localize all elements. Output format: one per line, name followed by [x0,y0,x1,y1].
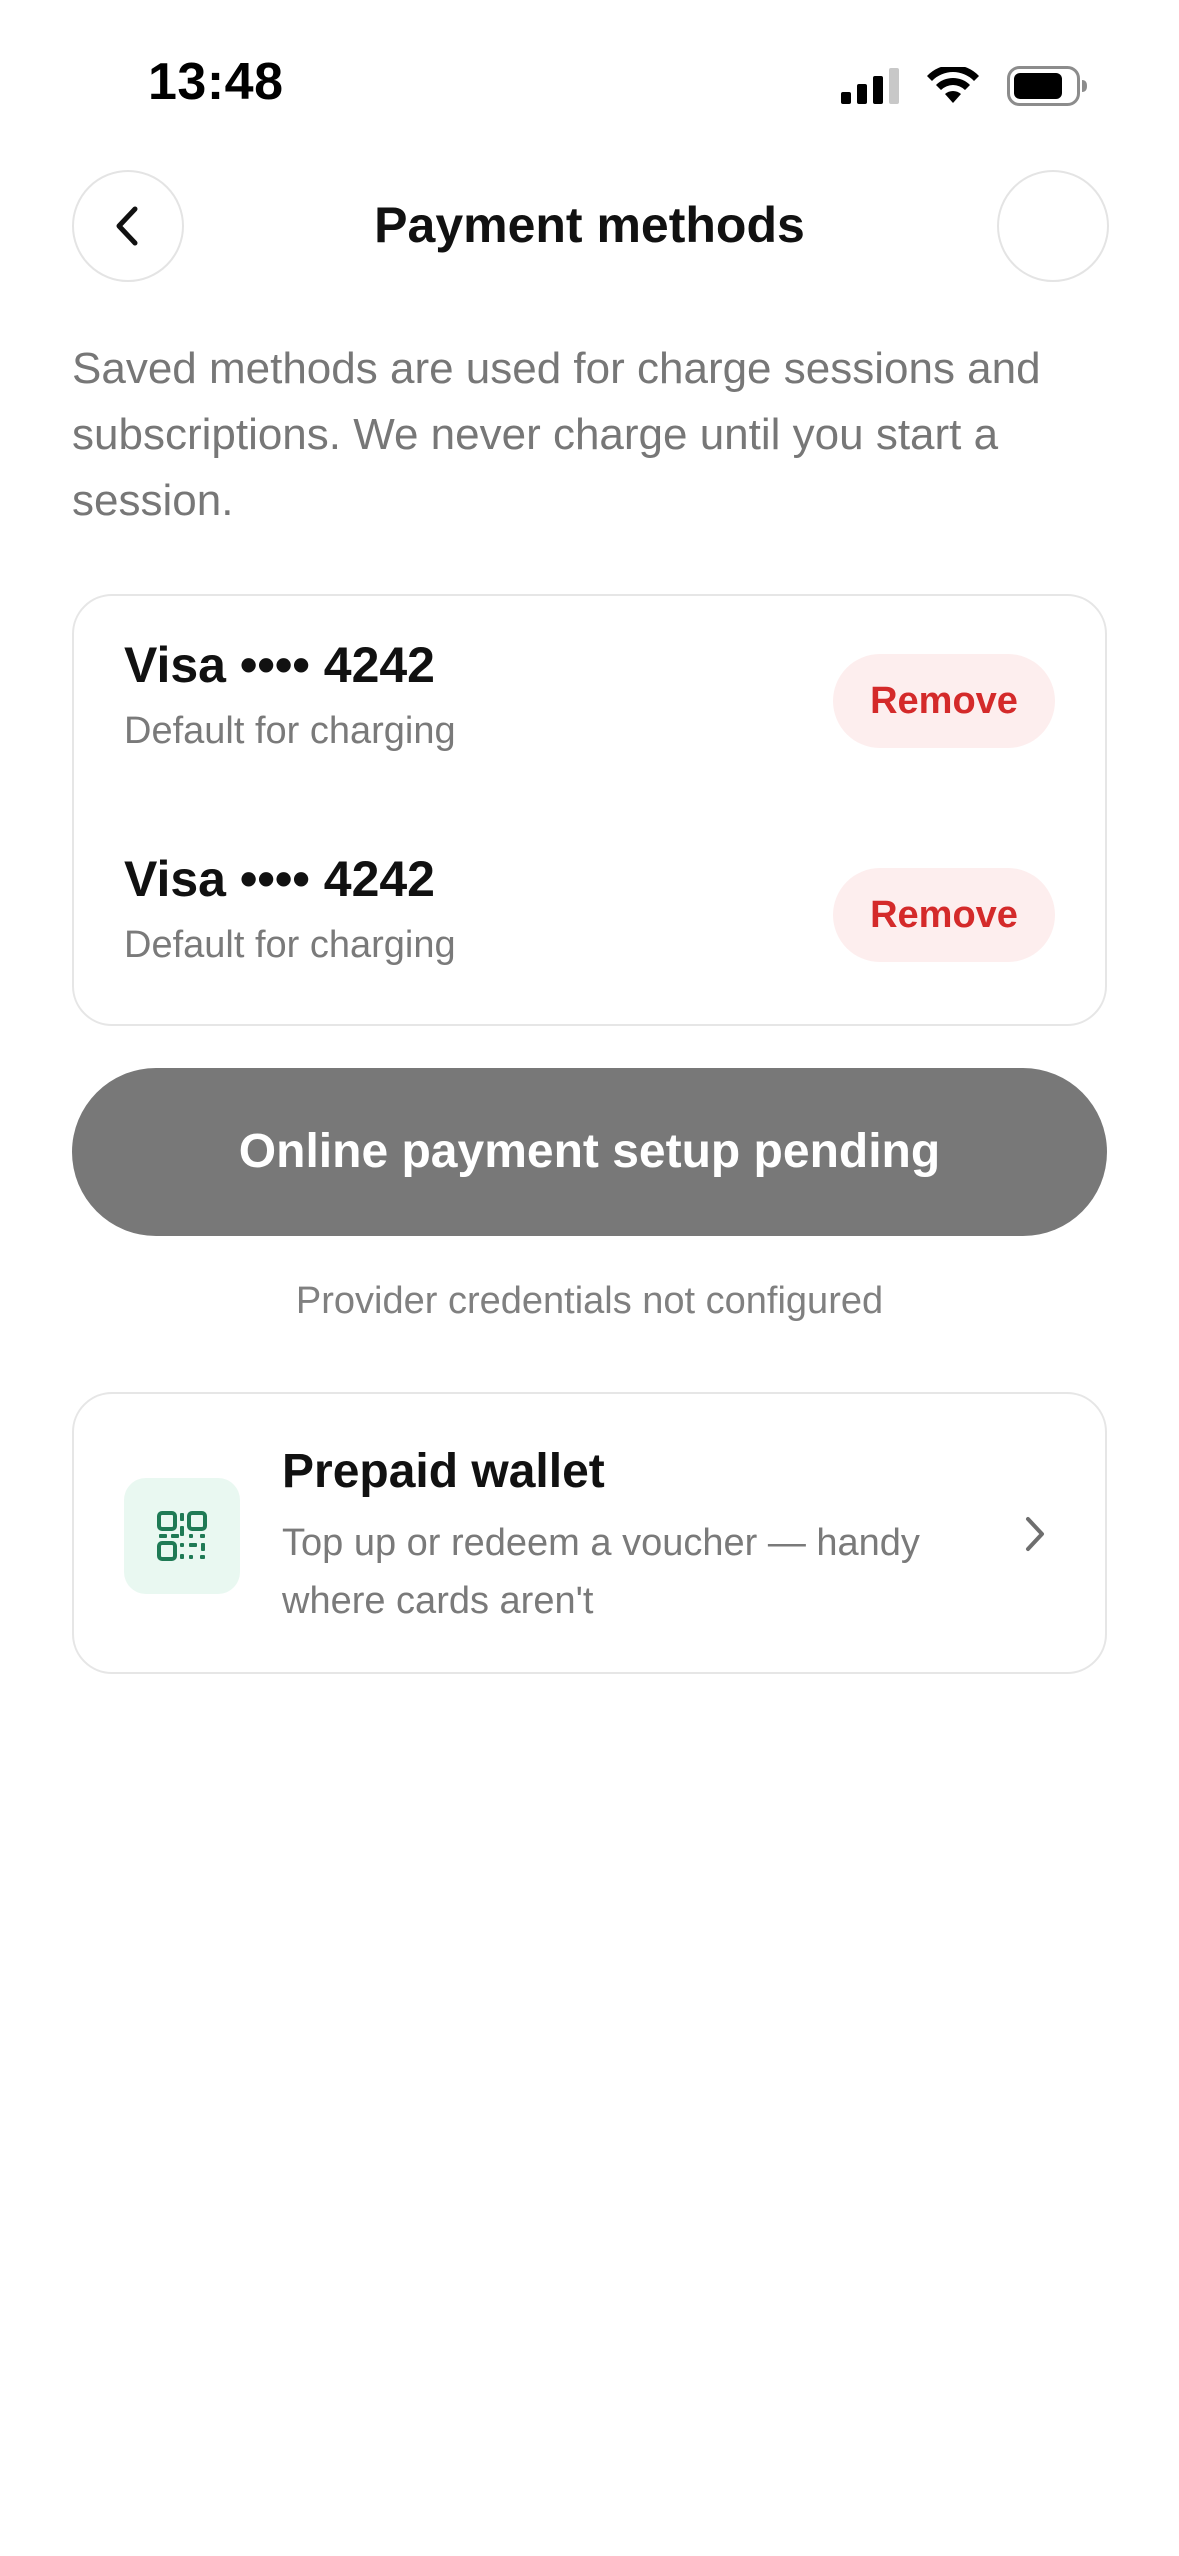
payment-methods-screen: 13:48 Payment methods Saved methods are … [0,0,1179,2556]
wallet-title: Prepaid wallet [282,1445,605,1498]
status-icons [841,66,1087,106]
card-name: Visa •••• 4242 [124,637,435,693]
cellular-signal-icon [841,68,899,104]
remove-card-button[interactable]: Remove [833,654,1055,748]
card-name: Visa •••• 4242 [124,851,435,907]
header-action-button[interactable] [997,170,1109,282]
card-subtitle: Default for charging [124,710,456,752]
status-time: 13:48 [148,53,284,111]
intro-text: Saved methods are used for charge sessio… [72,344,1041,525]
saved-card-row: Visa •••• 4242 Default for charging Remo… [74,636,1105,816]
saved-cards-list: Visa •••• 4242 Default for charging Remo… [72,594,1107,1026]
wallet-icon-container [124,1478,240,1594]
online-payment-pending-button[interactable]: Online payment setup pending [72,1068,1107,1236]
card-subtitle: Default for charging [124,924,456,966]
wifi-icon [927,67,979,103]
chevron-right-icon [1026,1517,1044,1551]
battery-icon [1007,66,1087,106]
provider-note: Provider credentials not configured [295,1280,884,1322]
wallet-subtitle: Top up or redeem a voucher — handy where… [282,1522,920,1622]
saved-card-row: Visa •••• 4242 Default for charging Remo… [74,850,1105,1030]
prepaid-wallet-row[interactable]: Prepaid wallet Top up or redeem a vouche… [72,1392,1107,1674]
remove-card-button[interactable]: Remove [833,868,1055,962]
qr-code-icon [157,1511,207,1561]
